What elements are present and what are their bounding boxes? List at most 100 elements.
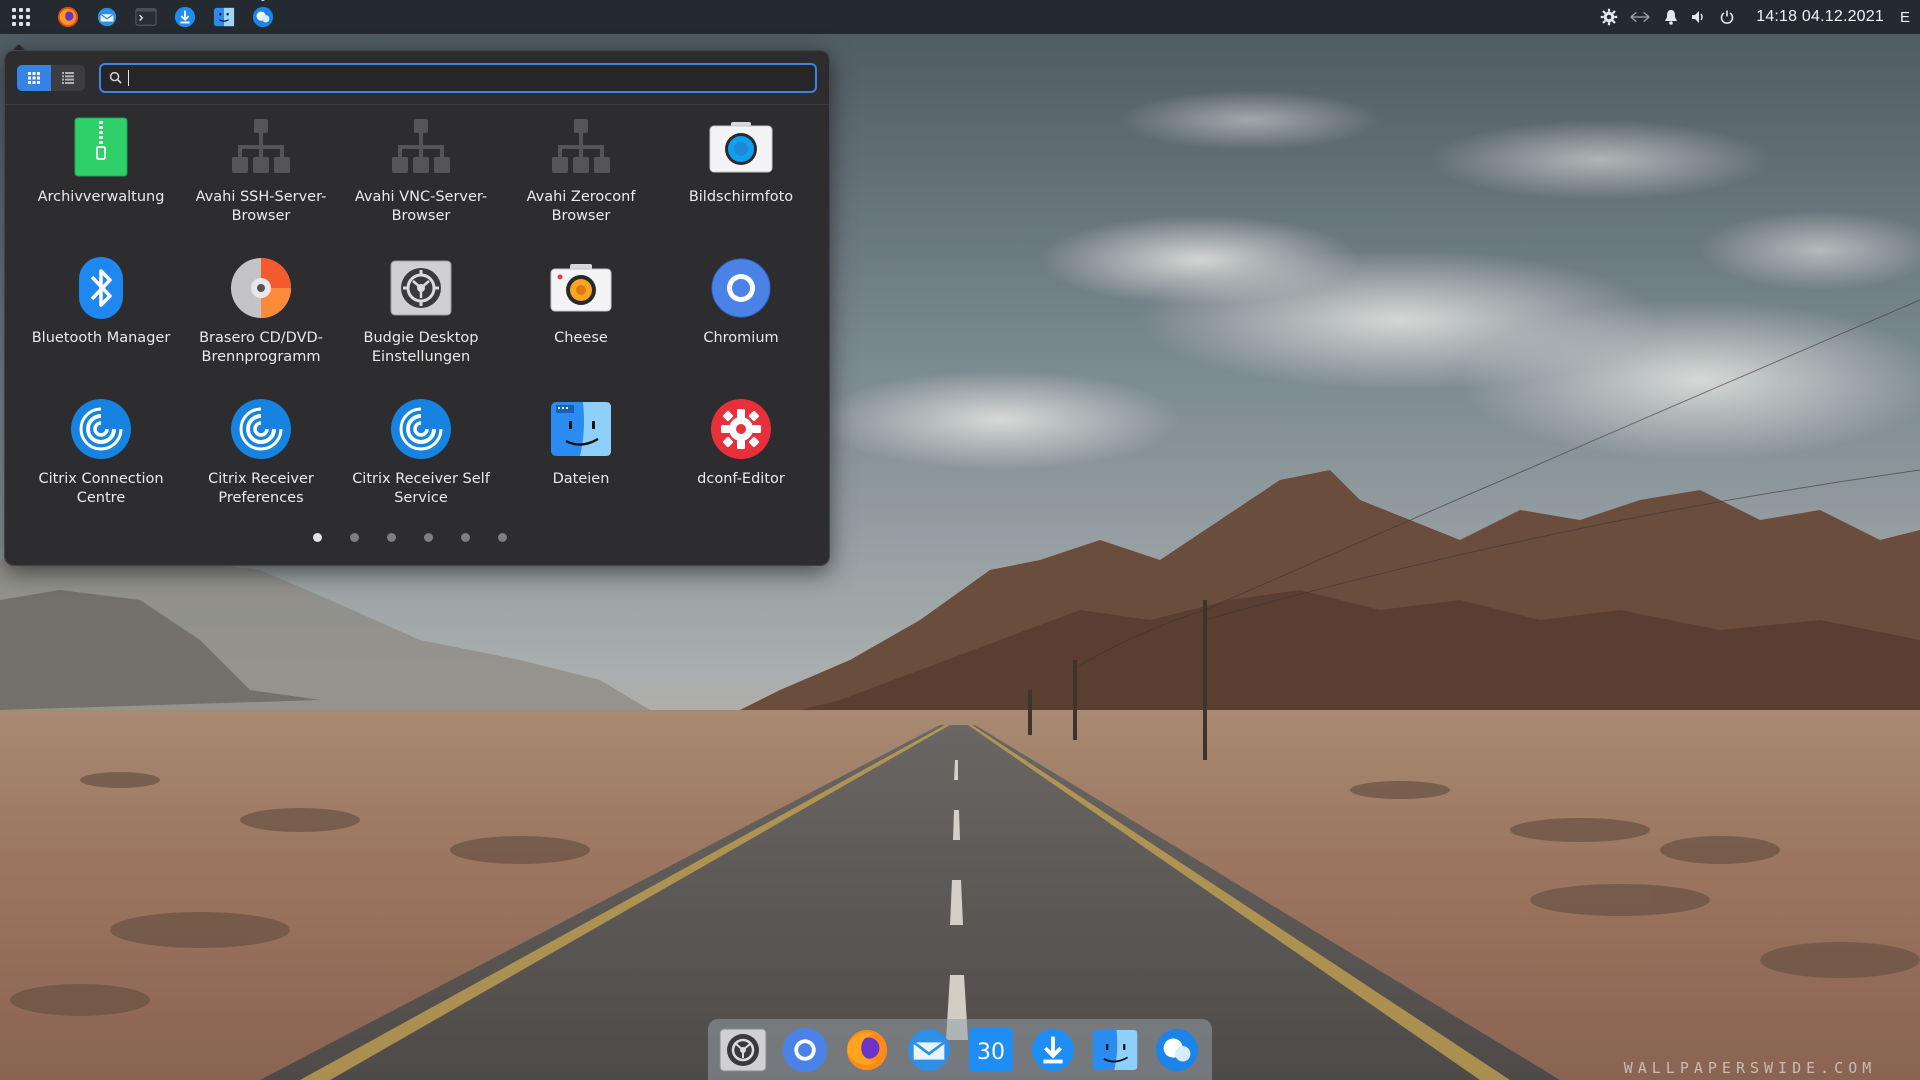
power-icon[interactable] <box>1718 8 1736 26</box>
keyboard-layout-indicator[interactable]: E <box>1900 9 1910 26</box>
chromium-icon <box>782 1027 828 1072</box>
settings-gear-icon <box>390 260 452 316</box>
panel-launcher-firefox[interactable] <box>56 5 80 29</box>
app-label: Avahi SSH-Server-Browser <box>195 189 327 224</box>
wallpaper-watermark: WALLPAPERSWIDE.COM <box>1623 1059 1877 1077</box>
app-tile-budgie-settings[interactable]: Budgie Desktop Einstellungen <box>341 248 501 389</box>
finder-icon <box>1092 1029 1138 1070</box>
app-label: Budgie Desktop Einstellungen <box>363 330 479 365</box>
app-label: Citrix Receiver Self Service <box>352 471 490 506</box>
settings-gear-icon <box>719 1028 767 1071</box>
volume-icon[interactable] <box>1690 8 1708 26</box>
app-label: dconf-Editor <box>697 471 785 487</box>
panel-launcher-mail[interactable] <box>95 5 119 29</box>
app-tile-avahi-ssh[interactable]: Avahi SSH-Server-Browser <box>181 107 341 248</box>
app-tile-cheese[interactable]: Cheese <box>501 248 661 389</box>
app-menu-button[interactable] <box>10 6 32 28</box>
app-tile-bildschirmfoto[interactable]: Bildschirmfoto <box>661 107 821 248</box>
app-menu-popover: Archivverwaltung Avahi SSH-Server-Browse… <box>4 50 830 566</box>
search-box[interactable] <box>99 62 817 93</box>
dock-item-calendar[interactable]: 30 <box>966 1025 1016 1075</box>
panel-launcher-messaging[interactable] <box>251 0 275 29</box>
system-tray: 14:18 04.12.2021 E <box>1600 8 1920 26</box>
app-tile-chromium[interactable]: Chromium <box>661 248 821 389</box>
citrix-icon <box>71 399 131 459</box>
messaging-icon <box>1155 1028 1199 1071</box>
screenshot-icon <box>709 122 773 173</box>
network-icon <box>232 119 290 173</box>
search-icon <box>109 71 122 84</box>
archive-manager-icon <box>74 117 128 177</box>
app-tile-citrix-receiver-self-service[interactable]: Citrix Receiver Self Service <box>341 389 501 530</box>
dock-item-chromium[interactable] <box>780 1025 830 1075</box>
app-label: Avahi Zeroconf Browser <box>526 189 636 224</box>
software-center-icon <box>1031 1028 1075 1071</box>
app-label: Cheese <box>554 330 608 346</box>
top-panel: 14:18 04.12.2021 E <box>0 0 1920 34</box>
page-dot[interactable] <box>350 533 359 542</box>
app-tile-dconf-editor[interactable]: dconf-Editor <box>661 389 821 530</box>
software-center-icon <box>174 6 196 28</box>
app-label: Avahi VNC-Server-Browser <box>354 189 488 224</box>
page-indicator <box>5 533 831 542</box>
clock[interactable]: 14:18 04.12.2021 <box>1756 8 1884 26</box>
firefox-icon <box>846 1029 888 1070</box>
network-arrows-icon[interactable] <box>1628 8 1652 26</box>
dock-item-mail[interactable] <box>904 1025 954 1075</box>
app-tile-bluetooth-manager[interactable]: Bluetooth Manager <box>21 248 181 389</box>
app-label: Dateien <box>552 471 610 487</box>
dconf-gear-icon <box>711 399 771 459</box>
camera-icon <box>550 264 612 312</box>
mail-icon <box>907 1028 951 1071</box>
app-tile-brasero[interactable]: Brasero CD/DVD-Brennprogramm <box>181 248 341 389</box>
calendar-icon: 30 <box>969 1027 1013 1072</box>
dock-item-firefox[interactable] <box>842 1025 892 1075</box>
panel-launcher-terminal[interactable] <box>134 5 158 29</box>
grid-view-icon <box>28 71 40 84</box>
view-mode-toggle <box>17 64 85 91</box>
citrix-icon <box>391 399 451 459</box>
app-tile-archivverwaltung[interactable]: Archivverwaltung <box>21 107 181 248</box>
settings-gear-icon[interactable] <box>1600 8 1618 26</box>
app-grid: Archivverwaltung Avahi SSH-Server-Browse… <box>5 107 831 530</box>
dock-item-files[interactable] <box>1090 1025 1140 1075</box>
app-label: Bildschirmfoto <box>688 189 794 205</box>
app-tile-citrix-receiver-preferences[interactable]: Citrix Receiver Preferences <box>181 389 341 530</box>
page-dot[interactable] <box>461 533 470 542</box>
messaging-icon <box>252 6 274 28</box>
notifications-bell-icon[interactable] <box>1662 8 1680 26</box>
list-view-button[interactable] <box>51 64 85 91</box>
mail-icon <box>97 7 117 27</box>
citrix-icon <box>231 399 291 459</box>
dock-item-messaging[interactable] <box>1152 1025 1202 1075</box>
app-tile-avahi-vnc[interactable]: Avahi VNC-Server-Browser <box>341 107 501 248</box>
app-label: Chromium <box>703 330 779 346</box>
grid-view-button[interactable] <box>17 64 51 91</box>
app-tile-dateien[interactable]: Dateien <box>501 389 661 530</box>
app-label: Citrix Receiver Preferences <box>208 471 314 506</box>
app-tile-avahi-zeroconf[interactable]: Avahi Zeroconf Browser <box>501 107 661 248</box>
app-tile-citrix-connection-centre[interactable]: Citrix Connection Centre <box>21 389 181 530</box>
disc-burner-icon <box>231 258 291 318</box>
finder-icon <box>551 402 611 456</box>
firefox-icon <box>57 6 79 28</box>
search-input[interactable] <box>129 65 815 90</box>
app-label: Archivverwaltung <box>37 189 165 205</box>
network-icon <box>552 119 610 173</box>
chromium-icon <box>711 258 771 318</box>
app-label: Brasero CD/DVD-Brennprogramm <box>199 330 323 365</box>
panel-launcher-files[interactable] <box>212 5 236 29</box>
app-label: Bluetooth Manager <box>31 330 171 346</box>
terminal-icon <box>135 8 157 26</box>
dock-item-settings[interactable] <box>718 1025 768 1075</box>
network-icon <box>392 119 450 173</box>
page-dot[interactable] <box>424 533 433 542</box>
dock-item-software-center[interactable] <box>1028 1025 1078 1075</box>
page-dot[interactable] <box>313 533 322 542</box>
calendar-day-text: 30 <box>977 1040 1005 1065</box>
list-view-icon <box>62 71 74 84</box>
page-dot[interactable] <box>498 533 507 542</box>
app-menu-header <box>5 51 829 105</box>
panel-launcher-software-center[interactable] <box>173 5 197 29</box>
page-dot[interactable] <box>387 533 396 542</box>
